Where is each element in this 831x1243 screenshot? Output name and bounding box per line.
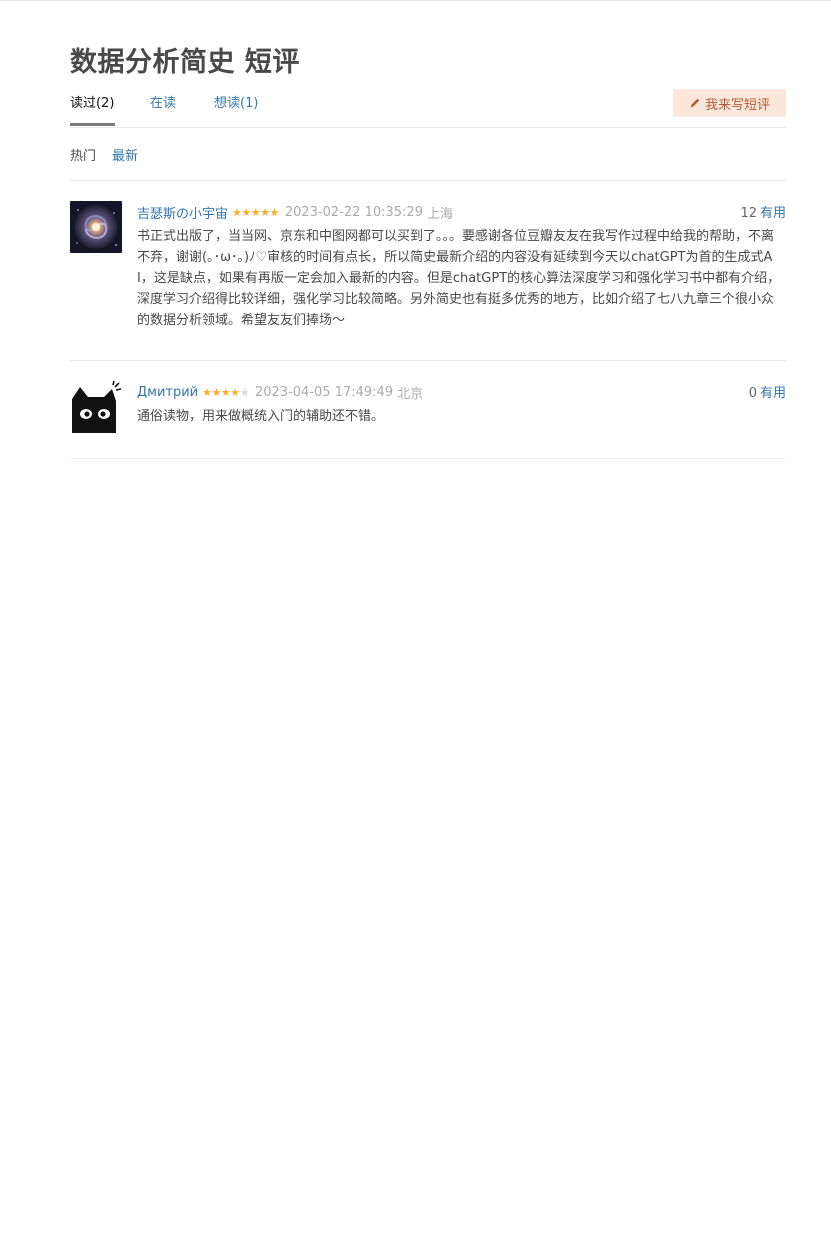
comment-body: 吉瑟斯の小宇宙 ★ ★ ★ ★ ★ 2023-02-22 10:35:29 上海… (137, 202, 786, 331)
sort-latest[interactable]: 最新 (112, 145, 138, 164)
comment-item: 吉瑟斯の小宇宙 ★ ★ ★ ★ ★ 2023-02-22 10:35:29 上海… (70, 181, 786, 361)
useful-count: 12 (740, 206, 757, 221)
comment-location: 北京 (397, 386, 424, 402)
useful-button[interactable]: 有用 (760, 206, 786, 221)
comment-body: Дмитрий ★ ★ ★ ★ ★ 2023-04-05 17:49:49 北京… (137, 382, 786, 427)
star-icon: ★ (250, 205, 261, 219)
page-title: 数据分析简史 短评 (70, 47, 300, 78)
useful-button[interactable]: 有用 (760, 386, 786, 401)
rating-stars: ★ ★ ★ ★ ★ (232, 207, 279, 218)
write-comment-label: 我来写短评 (704, 97, 770, 113)
star-icon: ★ (220, 385, 231, 399)
comment-header: 吉瑟斯の小宇宙 ★ ★ ★ ★ ★ 2023-02-22 10:35:29 上海 (137, 202, 786, 222)
star-icon: ★ (241, 205, 251, 219)
star-empty-icon: ★ (239, 385, 250, 399)
comment-location: 上海 (426, 206, 453, 222)
star-icon: ★ (230, 385, 240, 399)
comment-header: Дмитрий ★ ★ ★ ★ ★ 2023-04-05 17:49:49 北京 (137, 382, 786, 402)
star-icon: ★ (211, 385, 222, 399)
tab-read[interactable]: 读过(2) (70, 92, 114, 111)
comment-text: 书正式出版了，当当网、京东和中图网都可以买到了。。。要感谢各位豆瓣友友在我写作过… (137, 229, 781, 328)
rating-stars: ★ ★ ★ ★ ★ (202, 387, 249, 398)
write-comment-button[interactable]: 我来写短评 (673, 89, 786, 117)
tab-reading[interactable]: 在读 (150, 92, 176, 111)
comment-item: Дмитрий ★ ★ ★ ★ ★ 2023-04-05 17:49:49 北京… (70, 361, 786, 459)
comment-user[interactable]: Дмитрий (137, 385, 198, 400)
useful-vote: 0 有用 (749, 382, 786, 401)
top-divider (0, 0, 831, 1)
star-icon: ★ (269, 205, 280, 219)
tab-wish[interactable]: 想读(1) (214, 92, 258, 111)
comment-user[interactable]: 吉瑟斯の小宇宙 (137, 203, 228, 222)
sort-hot[interactable]: 热门 (70, 145, 96, 164)
galaxy-avatar[interactable] (70, 201, 122, 253)
comment-time: 2023-02-22 10:35:29 (284, 204, 423, 220)
tab-active-indicator (70, 123, 115, 126)
star-icon: ★ (202, 385, 212, 399)
useful-count: 0 (748, 386, 757, 401)
black-cat-avatar[interactable] (70, 381, 122, 433)
sort-bar: 热门 最新 (70, 145, 786, 181)
pencil-icon (689, 97, 701, 109)
star-icon: ★ (260, 205, 270, 219)
comment-text: 通俗读物，用来做概统入门的辅助还不错。 (137, 409, 385, 424)
useful-vote: 12 有用 (740, 202, 786, 221)
comment-time: 2023-04-05 17:49:49 (255, 384, 394, 400)
star-icon: ★ (232, 205, 242, 219)
